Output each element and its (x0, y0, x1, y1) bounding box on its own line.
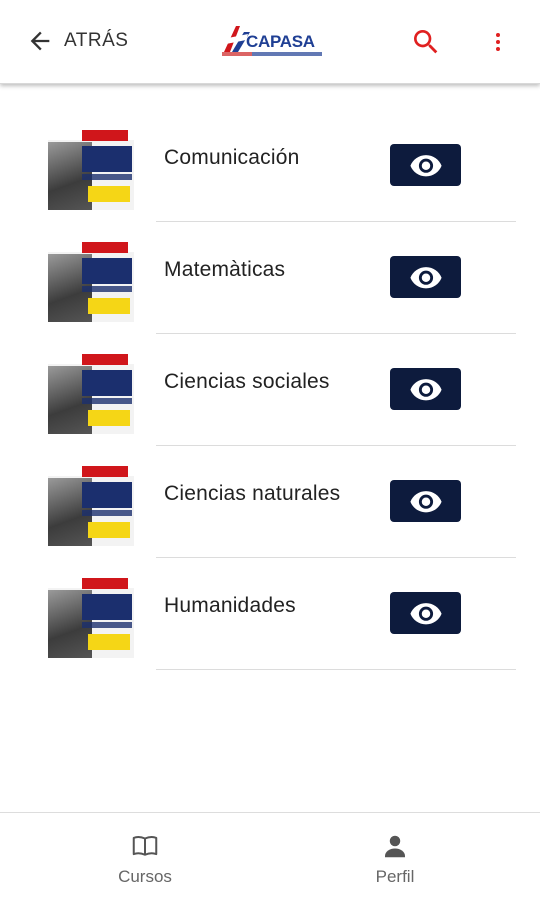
course-thumbnail (48, 124, 134, 210)
course-name: Comunicación (164, 146, 300, 169)
course-name: Ciencias naturales (164, 482, 341, 505)
book-icon (132, 836, 158, 856)
course-thumbnail (48, 348, 134, 434)
more-vert-icon (496, 33, 500, 51)
course-thumbnail (48, 572, 134, 658)
course-list: Comunicación Matemàticas Ciencias social… (0, 110, 540, 670)
course-row: Matemàticas (0, 222, 540, 334)
view-course-button[interactable] (390, 256, 461, 298)
person-icon (385, 835, 405, 858)
eye-icon (409, 155, 442, 177)
back-label: ATRÁS (64, 30, 129, 51)
nav-label-cursos: Cursos (118, 867, 172, 886)
more-options-button[interactable] (486, 26, 510, 58)
view-course-button[interactable] (390, 144, 461, 186)
view-course-button[interactable] (390, 368, 461, 410)
eye-icon (409, 603, 442, 625)
bottom-navigation: Cursos Perfil (0, 812, 540, 900)
course-thumbnail (48, 460, 134, 546)
course-name: Humanidades (164, 594, 296, 617)
course-thumbnail (48, 236, 134, 322)
search-icon (414, 30, 438, 54)
nav-item-cursos[interactable]: Cursos (10, 813, 280, 900)
eye-icon (409, 267, 442, 289)
view-course-button[interactable] (390, 592, 461, 634)
eye-icon (409, 491, 442, 513)
nav-item-perfil[interactable]: Perfil (260, 813, 530, 900)
back-button[interactable]: ATRÁS (26, 26, 128, 56)
course-name: Ciencias sociales (164, 370, 330, 393)
row-divider (156, 669, 516, 670)
view-course-button[interactable] (390, 480, 461, 522)
eye-icon (409, 379, 442, 401)
capasa-logo: CAPASA (222, 22, 322, 58)
course-row: Ciencias naturales (0, 446, 540, 558)
logo-text: CAPASA (246, 32, 315, 51)
course-name: Matemàticas (164, 258, 286, 281)
course-row: Humanidades (0, 558, 540, 670)
logo-tagline-bar (222, 52, 322, 56)
course-row: Comunicación (0, 110, 540, 222)
course-row: Ciencias sociales (0, 334, 540, 446)
search-button[interactable] (410, 26, 442, 58)
arrow-left-icon (30, 31, 50, 51)
app-bar: ATRÁS CAPASA (0, 0, 540, 84)
nav-label-perfil: Perfil (375, 867, 415, 886)
